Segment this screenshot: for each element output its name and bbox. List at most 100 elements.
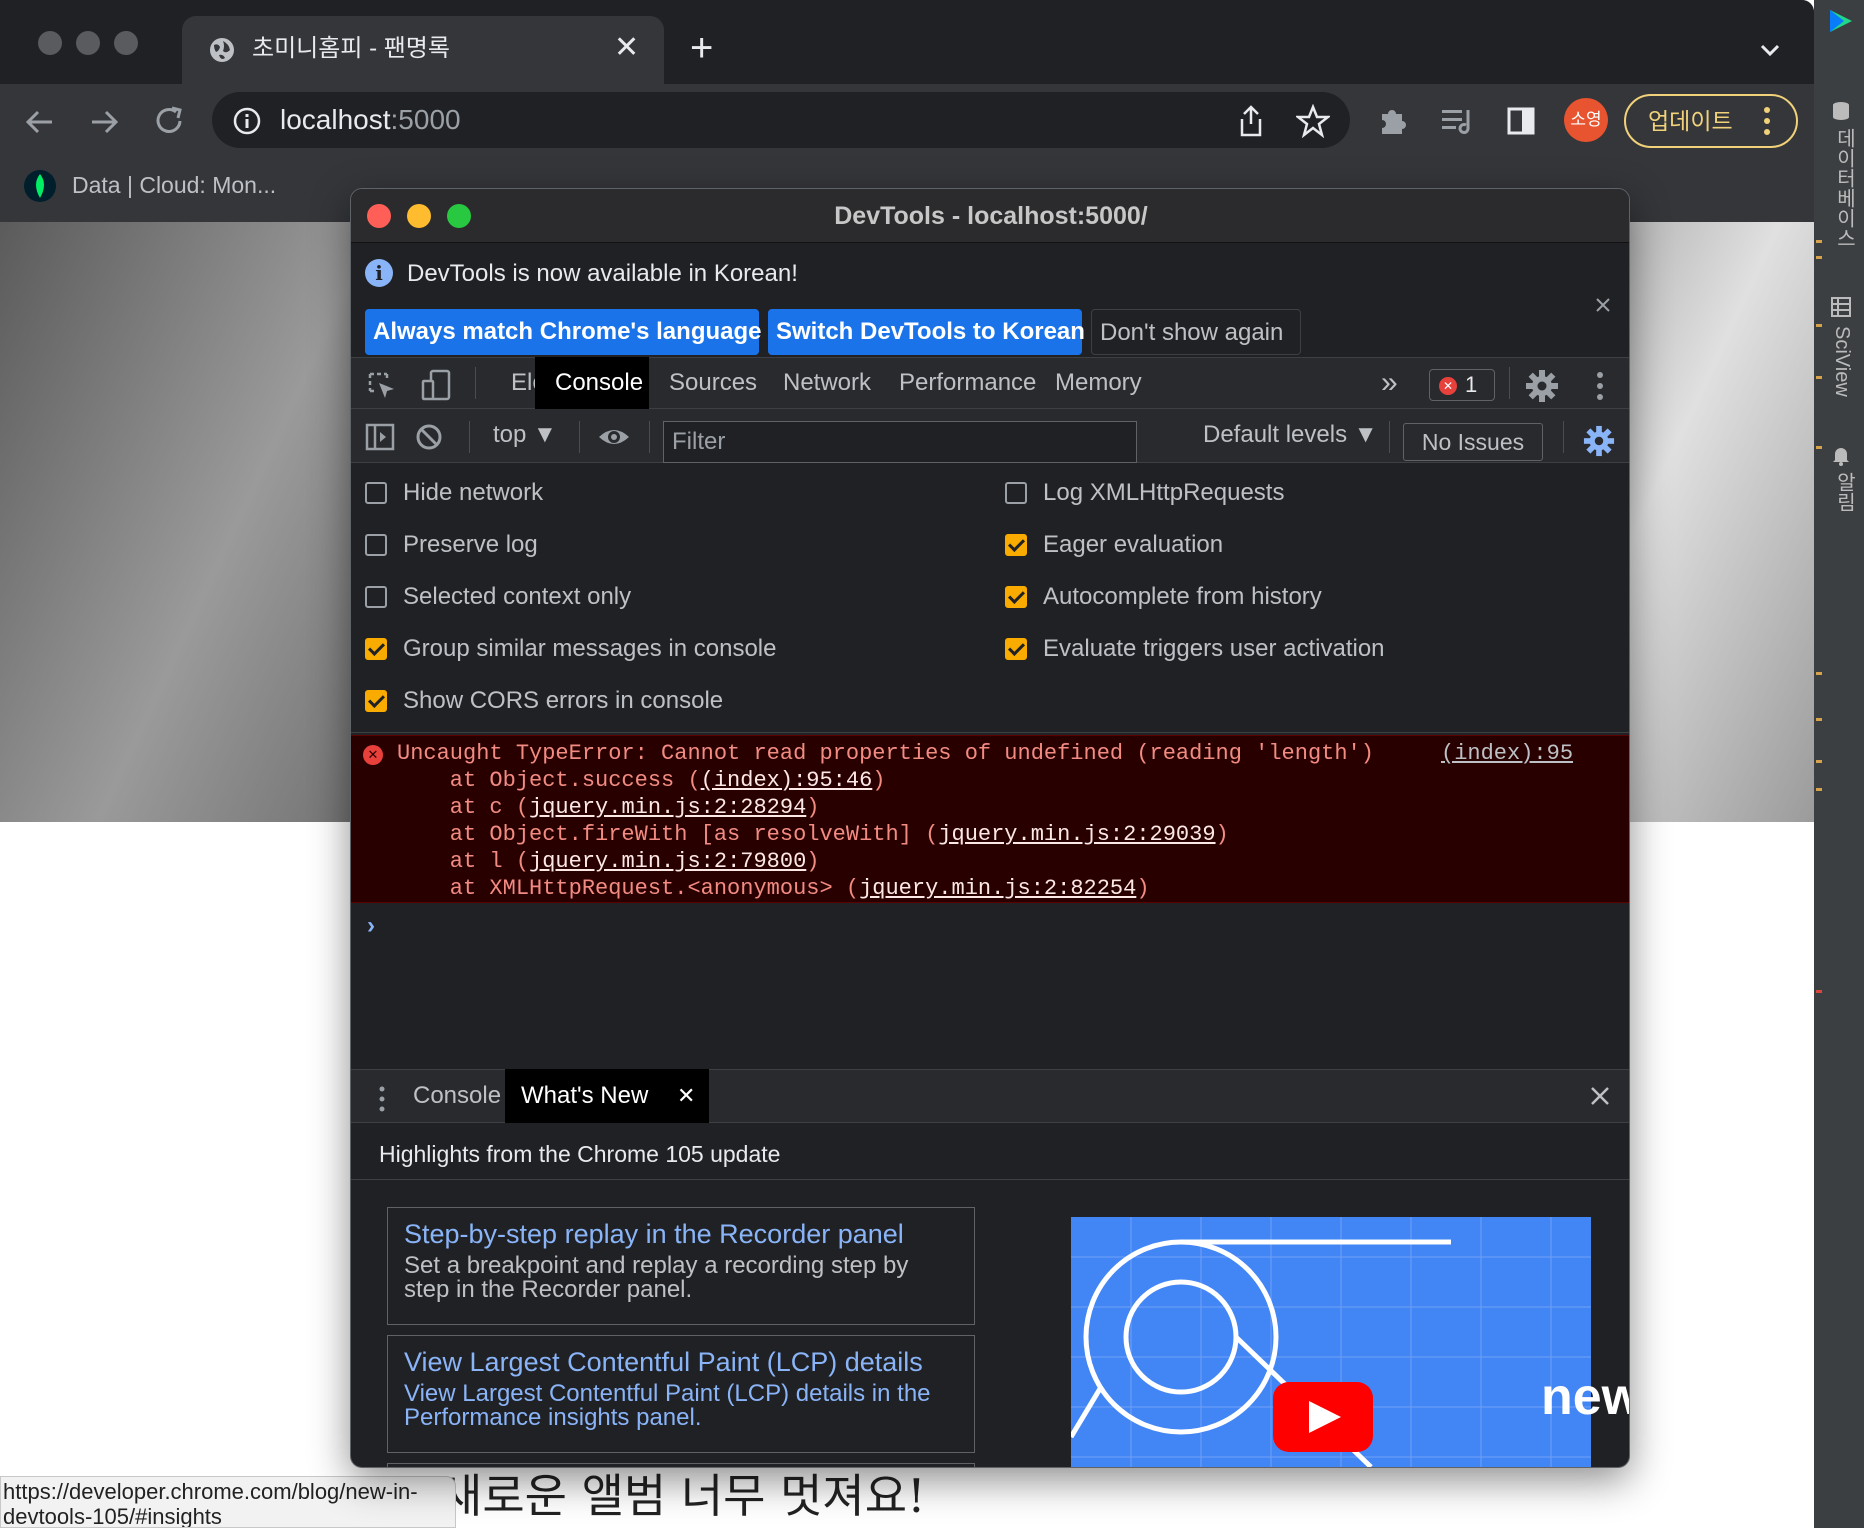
- info-icon[interactable]: [232, 106, 262, 136]
- video-thumbnail[interactable]: [1071, 1217, 1591, 1467]
- whats-new-card[interactable]: [387, 1463, 975, 1467]
- setting-cors-errors[interactable]: Show CORS errors in console: [365, 685, 777, 717]
- ide-marker: [1816, 324, 1822, 327]
- always-match-language-button[interactable]: Always match Chrome's language: [365, 309, 762, 355]
- error-source-link[interactable]: (index):95: [1441, 740, 1573, 767]
- url-text: localhost:5000: [280, 104, 461, 135]
- info-icon: i: [365, 259, 393, 287]
- ide-label-sciview[interactable]: SciView: [1830, 326, 1853, 397]
- drawer-tab-whats-new[interactable]: What's New ✕: [505, 1069, 709, 1123]
- console-prompt[interactable]: ›: [367, 911, 375, 941]
- device-toolbar-icon[interactable]: [421, 369, 453, 403]
- setting-user-activation[interactable]: Evaluate triggers user activation: [1005, 633, 1385, 665]
- whats-new-card[interactable]: Step-by-step replay in the Recorder pane…: [387, 1207, 975, 1325]
- setting-group-similar[interactable]: Group similar messages in console: [365, 633, 777, 665]
- inspect-element-icon[interactable]: [367, 371, 397, 401]
- checkbox[interactable]: [1005, 586, 1027, 608]
- tab-close-icon[interactable]: ✕: [614, 30, 639, 66]
- drawer-menu-icon[interactable]: [377, 1085, 387, 1113]
- toolbar-divider: [1509, 367, 1510, 399]
- tab-sources[interactable]: Sources: [649, 357, 777, 409]
- ide-label-database[interactable]: 데이터베이스: [1830, 128, 1859, 248]
- checkbox[interactable]: [365, 586, 387, 608]
- play-button-icon[interactable]: [1273, 1382, 1373, 1452]
- checkbox[interactable]: [365, 638, 387, 660]
- error-count: 1: [1465, 372, 1478, 397]
- settings-right-column: Log XMLHttpRequests Eager evaluation Aut…: [1005, 477, 1385, 665]
- ide-marker: [1816, 446, 1822, 449]
- card-title[interactable]: Step-by-step replay in the Recorder pane…: [404, 1218, 958, 1250]
- bookmark-item[interactable]: Data | Cloud: Mon...: [72, 170, 276, 200]
- close-tab-icon[interactable]: ✕: [677, 1069, 695, 1123]
- stack-link[interactable]: jquery.min.js:2:28294: [529, 795, 806, 820]
- stack-frame: at l (jquery.min.js:2:79800): [397, 849, 820, 874]
- kebab-menu-icon[interactable]: [1762, 104, 1772, 138]
- stack-frame: at Object.fireWith [as resolveWith] (jqu…: [397, 822, 1229, 847]
- live-expression-eye-icon[interactable]: [597, 423, 631, 451]
- bookmark-star-icon[interactable]: [1296, 104, 1330, 138]
- window-zoom-button[interactable]: [114, 31, 138, 55]
- setting-log-xhr[interactable]: Log XMLHttpRequests: [1005, 477, 1385, 509]
- forward-arrow-icon[interactable]: [86, 104, 122, 140]
- card-title[interactable]: View Largest Contentful Paint (LCP) deta…: [404, 1346, 958, 1378]
- video-word: new: [1541, 1368, 1629, 1426]
- setting-selected-context[interactable]: Selected context only: [365, 581, 777, 613]
- media-controls-icon[interactable]: [1440, 106, 1476, 136]
- toolbar-divider: [1389, 421, 1390, 453]
- error-stack-trace: at Object.success ((index):95:46) at c (…: [397, 767, 1229, 902]
- app-logo-icon: [1830, 10, 1852, 32]
- drawer-tab-console[interactable]: Console: [397, 1069, 517, 1123]
- context-selector[interactable]: top ▼: [493, 419, 557, 451]
- show-sidebar-icon[interactable]: [365, 423, 395, 451]
- dont-show-again-button[interactable]: Don't show again: [1091, 309, 1301, 355]
- setting-autocomplete[interactable]: Autocomplete from history: [1005, 581, 1385, 613]
- stack-link[interactable]: jquery.min.js:2:82254: [859, 876, 1136, 901]
- stack-link[interactable]: (index):95:46: [701, 768, 873, 793]
- tab-title: 초미니홈피 - 팬명록: [252, 35, 450, 62]
- tab-network[interactable]: Network: [763, 357, 891, 409]
- new-tab-button[interactable]: +: [690, 26, 713, 70]
- checkbox[interactable]: [365, 482, 387, 504]
- checkbox[interactable]: [365, 690, 387, 712]
- stack-link[interactable]: jquery.min.js:2:79800: [529, 849, 806, 874]
- tab-performance[interactable]: Performance: [879, 357, 1056, 409]
- clear-console-icon[interactable]: [415, 423, 443, 451]
- checkbox[interactable]: [1005, 482, 1027, 504]
- close-drawer-icon[interactable]: [1589, 1085, 1611, 1107]
- close-icon[interactable]: [1593, 295, 1613, 315]
- chevron-down-icon[interactable]: [1756, 36, 1784, 64]
- side-panel-icon[interactable]: [1506, 106, 1536, 136]
- setting-preserve-log[interactable]: Preserve log: [365, 529, 777, 561]
- checkbox[interactable]: [1005, 638, 1027, 660]
- log-levels-dropdown[interactable]: Default levels ▼: [1203, 419, 1378, 451]
- ide-marker: [1816, 788, 1822, 791]
- ide-label-notifications[interactable]: 알림: [1830, 472, 1859, 512]
- kebab-menu-icon[interactable]: [1595, 369, 1605, 403]
- toolbar-divider: [469, 421, 470, 453]
- whats-new-card[interactable]: View Largest Contentful Paint (LCP) deta…: [387, 1335, 975, 1453]
- tab-console[interactable]: Console: [535, 357, 649, 409]
- window-close-button[interactable]: [38, 31, 62, 55]
- extensions-puzzle-icon[interactable]: [1376, 104, 1410, 138]
- settings-left-column: Hide network Preserve log Selected conte…: [365, 477, 777, 717]
- setting-hide-network[interactable]: Hide network: [365, 477, 777, 509]
- tab-memory[interactable]: Memory: [1035, 357, 1162, 409]
- console-settings-gear-icon[interactable]: [1583, 425, 1615, 457]
- filter-input[interactable]: [663, 421, 1137, 463]
- page-korean-text: 새로운 앨범 너무 멋져요!: [440, 1469, 926, 1523]
- setting-eager-eval[interactable]: Eager evaluation: [1005, 529, 1385, 561]
- checkbox[interactable]: [1005, 534, 1027, 556]
- back-arrow-icon[interactable]: [22, 104, 58, 140]
- stack-link[interactable]: jquery.min.js:2:29039: [938, 822, 1215, 847]
- share-icon[interactable]: [1236, 104, 1266, 138]
- switch-to-korean-button[interactable]: Switch DevTools to Korean: [768, 309, 1085, 355]
- profile-avatar[interactable]: 소영: [1564, 98, 1608, 142]
- more-tabs-chevron-icon[interactable]: »: [1381, 361, 1398, 405]
- checkbox[interactable]: [365, 534, 387, 556]
- issues-button[interactable]: No Issues: [1403, 423, 1543, 461]
- reload-icon[interactable]: [150, 102, 188, 140]
- gear-icon[interactable]: [1525, 369, 1559, 403]
- ide-marker: [1816, 256, 1822, 259]
- language-infobar: i DevTools is now available in Korean! A…: [351, 243, 1629, 355]
- window-minimize-button[interactable]: [76, 31, 100, 55]
